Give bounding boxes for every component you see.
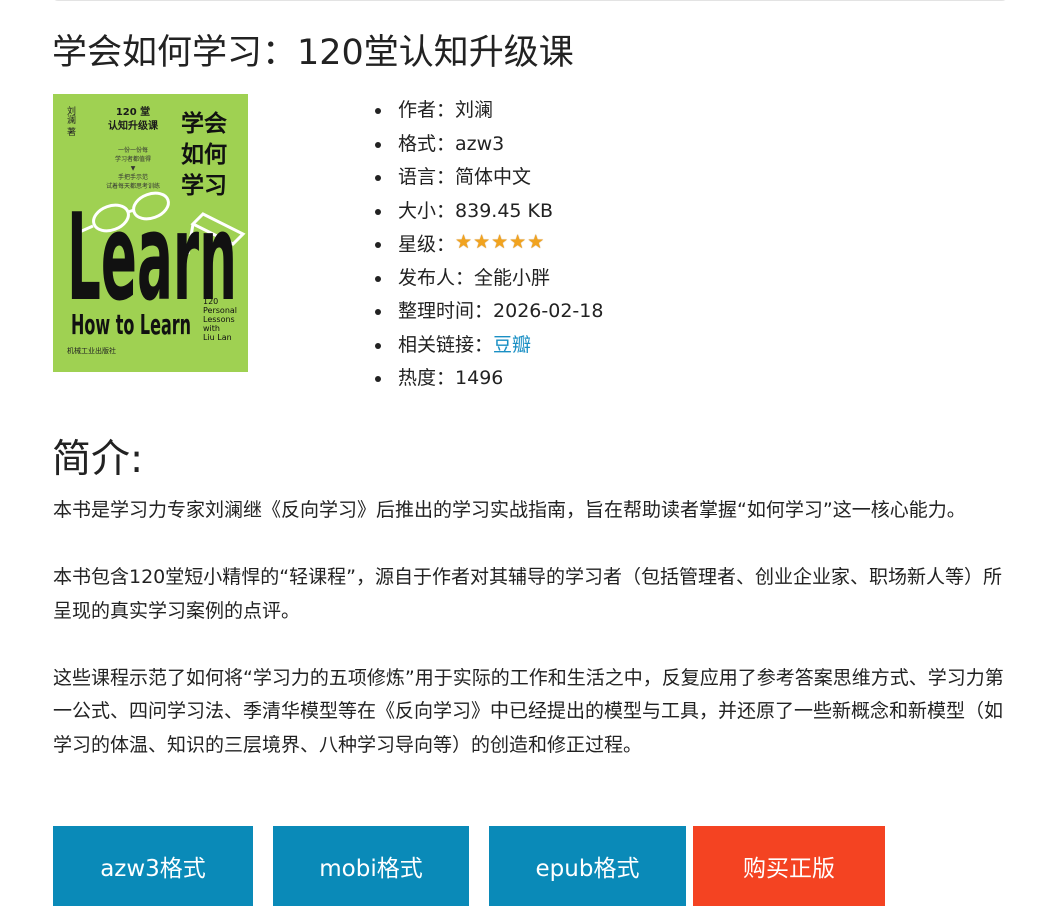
buy-genuine-button[interactable]: 购买正版: [693, 826, 885, 906]
heat-label: 热度：: [398, 367, 456, 389]
size-label: 大小：: [398, 199, 456, 222]
cover-en-title: How to Learn: [71, 308, 191, 341]
star-icon: ★: [455, 231, 473, 253]
info-size: 大小：839.45 KB: [372, 195, 603, 229]
book-info-list: 作者：刘澜 格式：azw3 语言：简体中文 大小：839.45 KB 星级：★★…: [372, 94, 603, 396]
download-mobi-button[interactable]: mobi格式: [273, 826, 469, 906]
info-link: 相关链接：豆瓣: [372, 329, 603, 363]
heat-value: 1496: [455, 367, 504, 389]
download-azw3-button[interactable]: azw3格式: [53, 826, 253, 906]
rating-label: 星级：: [398, 233, 456, 256]
intro-paragraph: 本书是学习力专家刘澜继《反向学习》后推出的学习实战指南，旨在帮助读者掌握“如何学…: [53, 499, 966, 521]
author-label: 作者：: [398, 99, 456, 121]
info-language: 语言：简体中文: [372, 161, 603, 195]
date-label: 整理时间：: [398, 300, 494, 322]
info-format: 格式：azw3: [372, 128, 603, 162]
intro-heading: 简介:: [52, 437, 144, 482]
star-icon: ★: [491, 231, 509, 253]
intro-paragraph: 这些课程示范了如何将“学习力的五项修炼”用于实际的工作和生活之中，反复应用了参考…: [53, 666, 1004, 756]
info-date: 整理时间：2026-02-18: [372, 295, 603, 329]
page-title: 学会如何学习：120堂认知升级课: [52, 33, 574, 73]
author-value: 刘澜: [455, 99, 494, 121]
star-icon: ★: [473, 231, 491, 253]
info-publisher: 发布人：全能小胖: [372, 262, 603, 296]
intro-description: 本书是学习力专家刘澜继《反向学习》后推出的学习实战指南，旨在帮助读者掌握“如何学…: [53, 494, 1008, 796]
info-heat: 热度：1496: [372, 362, 603, 396]
info-author: 作者：刘澜: [372, 94, 603, 128]
link-label: 相关链接：: [398, 333, 494, 356]
star-icon: ★: [527, 231, 545, 253]
language-value: 简体中文: [455, 166, 532, 188]
douban-link[interactable]: 豆瓣: [493, 334, 531, 356]
size-value: 839.45 KB: [455, 199, 554, 222]
download-epub-button[interactable]: epub格式: [489, 826, 686, 906]
info-rating: 星级：★★★★★: [372, 228, 603, 262]
language-label: 语言：: [398, 166, 456, 188]
format-value: azw3: [455, 132, 505, 155]
book-cover: 刘澜 著 120 堂 认知升级课 一份一份每 学习者都值得 ▼ 手把手示范 试着…: [53, 94, 248, 372]
cover-publisher: 机械工业出版社: [67, 347, 116, 355]
publisher-value: 全能小胖: [474, 266, 551, 289]
cover-art: Learn How to Learn 120 Personal Lessons wit…: [67, 189, 246, 342]
intro-paragraph: 本书包含120堂短小精悍的“轻课程”，源自于作者对其辅导的学习者（包括管理者、创…: [53, 566, 1002, 622]
top-divider: [52, 0, 1008, 1]
date-value: 2026-02-18: [493, 300, 604, 322]
rating-stars: ★★★★★: [455, 226, 545, 260]
publisher-label: 发布人：: [398, 266, 475, 289]
star-icon: ★: [509, 231, 527, 253]
format-label: 格式：: [398, 132, 456, 155]
